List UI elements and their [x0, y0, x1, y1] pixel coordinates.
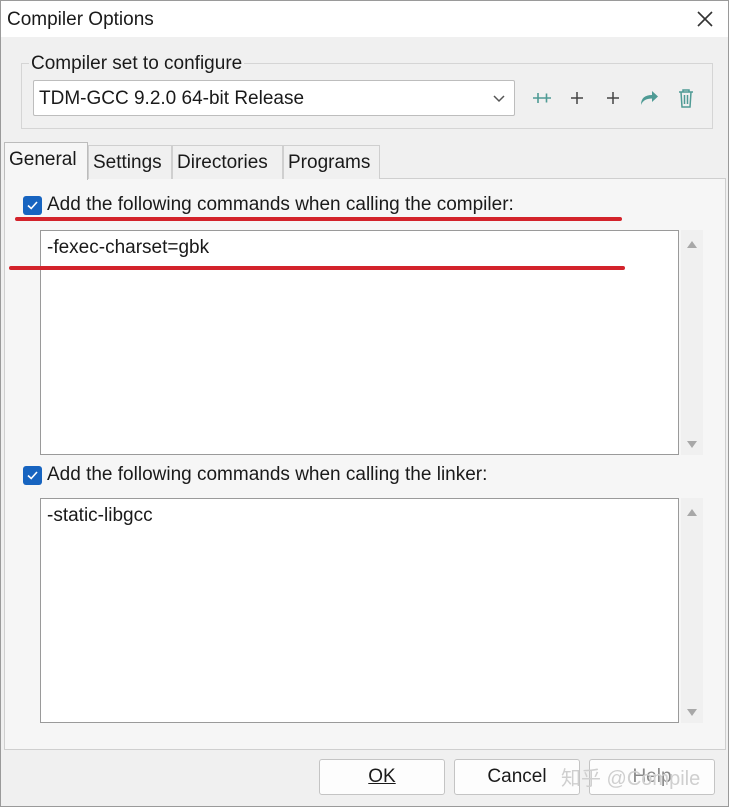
close-icon — [697, 11, 713, 27]
compiler-set-selected: TDM-GCC 9.2.0 64-bit Release — [39, 88, 305, 109]
tab-general[interactable]: General — [4, 142, 88, 180]
redo-icon[interactable] — [636, 85, 662, 111]
compiler-cmd-textarea[interactable]: -fexec-charset=gbk — [40, 230, 679, 455]
tab-settings-label: Settings — [93, 152, 162, 173]
checkmark-icon — [27, 471, 38, 480]
chevron-down-icon — [493, 95, 505, 103]
title-bar: Compiler Options — [1, 1, 728, 37]
scroll-down-icon[interactable] — [687, 709, 697, 717]
window-title: Compiler Options — [7, 9, 154, 30]
cancel-button-label: Cancel — [487, 766, 547, 787]
watermark-text: 知乎 @Compile — [561, 768, 701, 790]
compiler-options-dialog: Compiler Options Compiler set to configu… — [0, 0, 729, 807]
linker-cmd-value: -static-libgcc — [47, 505, 153, 526]
compiler-cmd-scrollbar[interactable] — [681, 230, 703, 455]
trash-icon[interactable] — [673, 85, 699, 111]
ok-button-label: OK — [368, 766, 396, 787]
scroll-up-icon[interactable] — [687, 508, 697, 516]
plus-icon[interactable] — [564, 85, 590, 111]
tab-directories[interactable]: Directories — [172, 145, 283, 179]
linker-cmd-textarea[interactable]: -static-libgcc — [40, 498, 679, 723]
checkmark-icon — [27, 201, 38, 210]
add-folder-icon[interactable] — [528, 85, 554, 111]
close-button[interactable] — [685, 3, 725, 35]
linker-cmd-scrollbar[interactable] — [681, 498, 703, 723]
tab-general-label: General — [9, 149, 77, 170]
tab-settings[interactable]: Settings — [88, 145, 172, 179]
linker-cmd-checkbox[interactable] — [23, 466, 42, 485]
compiler-cmd-value: -fexec-charset=gbk — [47, 237, 210, 258]
tab-programs-label: Programs — [288, 152, 371, 173]
compiler-cmd-checkbox[interactable] — [23, 196, 42, 215]
tab-programs[interactable]: Programs — [283, 145, 380, 179]
red-underline-annotation — [9, 266, 625, 270]
ok-button[interactable]: OK — [319, 759, 445, 795]
compiler-set-label: Compiler set to configure — [29, 53, 245, 75]
linker-cmd-label: Add the following commands when calling … — [47, 464, 488, 485]
red-underline-annotation — [15, 217, 622, 221]
scroll-down-icon[interactable] — [687, 441, 697, 449]
compiler-cmd-label: Add the following commands when calling … — [47, 194, 514, 215]
compiler-set-select[interactable]: TDM-GCC 9.2.0 64-bit Release — [33, 80, 515, 116]
scroll-up-icon[interactable] — [687, 240, 697, 248]
tab-directories-label: Directories — [177, 152, 268, 173]
plus-icon[interactable] — [600, 85, 626, 111]
